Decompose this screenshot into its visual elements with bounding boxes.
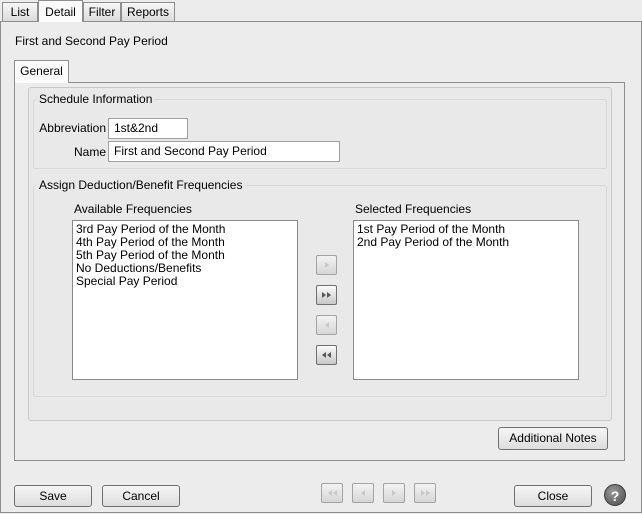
previous-record-icon [361,490,365,496]
save-button[interactable]: Save [14,485,92,507]
last-record-icon [420,490,430,496]
schedule-info-title: Schedule Information [36,92,156,106]
first-record-icon [327,490,337,496]
tab-list[interactable]: List [2,2,38,21]
additional-notes-button[interactable]: Additional Notes [498,427,608,450]
name-label: Name [73,145,106,159]
move-all-right-icon [322,292,331,298]
available-frequencies-label: Available Frequencies [74,202,192,216]
selected-frequencies-label: Selected Frequencies [355,202,472,216]
move-left-button[interactable] [316,315,337,335]
frequencies-title: Assign Deduction/Benefit Frequencies [36,178,246,192]
name-field[interactable]: First and Second Pay Period [108,141,340,162]
abbreviation-field[interactable]: 1st&2nd [108,118,188,139]
top-tab-strip: List Detail Filter Reports [0,0,642,22]
available-frequencies-list[interactable]: 3rd Pay Period of the Month 4th Pay Peri… [72,220,298,380]
page-title: First and Second Pay Period [15,34,168,48]
move-all-left-icon [322,352,331,358]
cancel-button[interactable]: Cancel [102,485,180,507]
tab-detail[interactable]: Detail [38,0,83,22]
tab-filter[interactable]: Filter [83,2,121,21]
tab-reports[interactable]: Reports [121,2,175,21]
help-icon[interactable]: ? [604,484,626,506]
close-button[interactable]: Close [514,485,592,507]
list-item[interactable]: Special Pay Period [76,275,294,288]
list-item[interactable]: 2nd Pay Period of the Month [357,236,575,249]
next-record-button[interactable] [383,483,405,503]
next-record-icon [392,490,396,496]
last-record-button[interactable] [414,483,436,503]
previous-record-button[interactable] [352,483,374,503]
move-left-icon [324,322,329,328]
move-right-button[interactable] [316,255,337,275]
first-record-button[interactable] [321,483,343,503]
selected-frequencies-list[interactable]: 1st Pay Period of the Month 2nd Pay Peri… [353,220,579,380]
move-right-icon [324,262,329,268]
abbreviation-label: Abbreviation [39,121,106,135]
move-all-left-button[interactable] [316,345,337,365]
move-all-right-button[interactable] [316,285,337,305]
tab-general[interactable]: General [14,60,69,83]
